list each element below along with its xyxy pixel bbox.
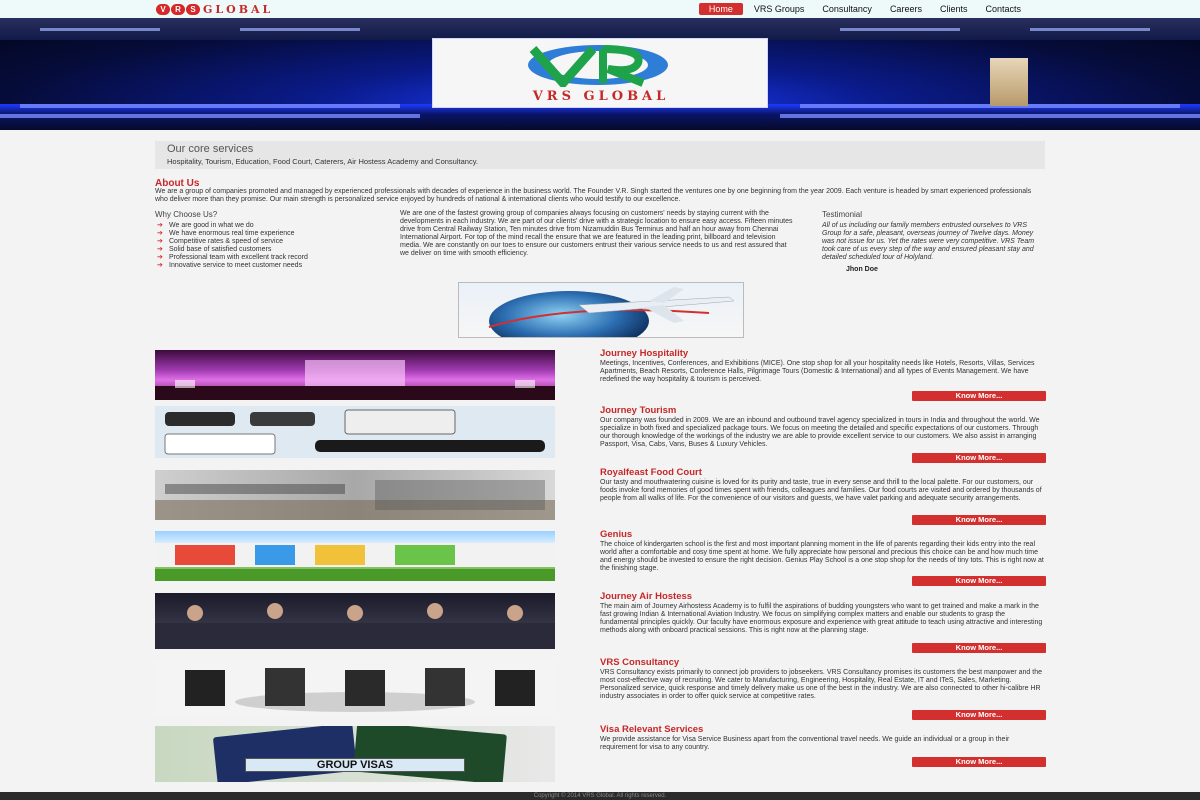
thumb-food-court xyxy=(155,470,555,520)
about-middle-text: We are one of the fastest growing group … xyxy=(400,210,793,257)
section-air-hostess: Journey Air Hostess The main aim of Jour… xyxy=(600,591,1045,635)
section-title: Journey Hospitality xyxy=(600,348,689,359)
testimonial-author: Jhon Doe xyxy=(846,266,878,273)
list-item: Innovative service to meet customer need… xyxy=(155,262,385,270)
ceiling-light xyxy=(840,28,960,31)
logo-letter-r: R xyxy=(171,3,185,15)
school-image xyxy=(155,543,555,581)
stage-image xyxy=(155,360,555,400)
thumb-air-hostess xyxy=(155,593,555,649)
section-title: Genius xyxy=(600,529,633,540)
logo-emblem: V R S xyxy=(156,3,200,15)
thumb-hospitality xyxy=(155,350,555,400)
top-navbar: V R S GLOBAL Home VRS Groups Consultancy… xyxy=(0,0,1200,18)
know-more-button-hospitality[interactable]: Know More... xyxy=(912,391,1046,401)
seat-row xyxy=(780,114,1200,118)
section-title: Journey Air Hostess xyxy=(600,591,693,602)
hero-banner: VRS GLOBAL xyxy=(0,18,1200,130)
section-title: Journey Tourism xyxy=(600,405,677,416)
why-choose-us: Why Choose Us? We are good in what we do… xyxy=(155,210,385,270)
vehicles-image xyxy=(164,409,545,455)
testimonial-title: Testimonial xyxy=(822,210,863,219)
know-more-button-visa[interactable]: Know More... xyxy=(912,757,1046,767)
hero-podium xyxy=(990,58,1028,106)
section-hospitality: Journey Hospitality Meetings, Incentives… xyxy=(600,348,1045,384)
seat-row xyxy=(0,114,420,118)
hero-brand-text: VRS GLOBAL xyxy=(532,89,670,104)
core-services-box: Our core services Hospitality, Tourism, … xyxy=(155,141,1045,169)
know-more-button-food-court[interactable]: Know More... xyxy=(912,515,1046,525)
nav-contacts[interactable]: Contacts xyxy=(976,3,1030,15)
thumb-genius xyxy=(155,531,555,581)
seat-row xyxy=(20,104,400,108)
list-item: We are good in what we do xyxy=(155,222,385,230)
why-list: We are good in what we do We have enormo… xyxy=(155,222,385,270)
section-text: Our tasty and mouthwatering cuisine is l… xyxy=(600,479,1042,502)
know-more-button-genius[interactable]: Know More... xyxy=(912,576,1046,586)
airplane-globe-icon xyxy=(488,287,735,337)
nav-vrs-groups[interactable]: VRS Groups xyxy=(745,3,814,15)
section-title: Visa Relevant Services xyxy=(600,724,704,735)
section-text: Meetings, Incentives, Conferences, and E… xyxy=(600,360,1035,383)
list-item: Professional team with excellent track r… xyxy=(155,254,385,262)
testimonial: Testimonial All of us including our fami… xyxy=(822,210,1044,273)
know-more-button-air-hostess[interactable]: Know More... xyxy=(912,643,1046,653)
logo-letter-s: S xyxy=(186,3,200,15)
section-text: We provide assistance for Visa Service B… xyxy=(600,736,1010,751)
nav-consultancy[interactable]: Consultancy xyxy=(813,3,881,15)
section-consultancy: VRS Consultancy VRS Consultancy exists p… xyxy=(600,657,1045,701)
food-court-image xyxy=(155,480,555,520)
logo-letter-v: V xyxy=(156,3,170,15)
section-tourism: Journey Tourism Our company was founded … xyxy=(600,405,1045,449)
section-text: The main aim of Journey Airhostess Acade… xyxy=(600,603,1043,634)
classroom-image xyxy=(155,603,555,649)
thumb-consultancy xyxy=(155,660,555,716)
section-genius: Genius The choice of kindergarten school… xyxy=(600,529,1045,573)
brand-mark-icon xyxy=(528,45,668,87)
know-more-button-tourism[interactable]: Know More... xyxy=(912,453,1046,463)
ceiling-light xyxy=(40,28,160,31)
ceiling-light xyxy=(240,28,360,31)
core-services-title: Our core services xyxy=(167,143,254,155)
ceiling-light xyxy=(1030,28,1150,31)
globe-plane-image xyxy=(458,282,744,338)
section-food-court: Royalfeast Food Court Our tasty and mout… xyxy=(600,467,1045,503)
nav-clients[interactable]: Clients xyxy=(931,3,977,15)
visa-banner: GROUP VISAS xyxy=(245,758,465,772)
site-logo[interactable]: V R S GLOBAL xyxy=(156,2,274,16)
hero-screen: VRS GLOBAL xyxy=(432,38,768,108)
know-more-button-consultancy[interactable]: Know More... xyxy=(912,710,1046,720)
section-title: Royalfeast Food Court xyxy=(600,467,702,478)
section-text: The choice of kindergarten school is the… xyxy=(600,541,1044,572)
section-title: VRS Consultancy xyxy=(600,657,680,668)
list-item: Competitive rates & speed of service xyxy=(155,238,385,246)
section-text: Our company was founded in 2009. We are … xyxy=(600,417,1040,448)
thumb-visa: GROUP VISAS xyxy=(155,726,555,782)
list-item: We have enormous real time experience xyxy=(155,230,385,238)
thumb-tourism xyxy=(155,406,555,458)
main-nav: Home VRS Groups Consultancy Careers Clie… xyxy=(698,3,1030,15)
nav-home[interactable]: Home xyxy=(698,3,743,15)
hero-ceiling xyxy=(0,18,1200,40)
logo-word: GLOBAL xyxy=(203,2,274,16)
section-visa: Visa Relevant Services We provide assist… xyxy=(600,724,1045,752)
about-text: We are a group of companies promoted and… xyxy=(155,188,1032,203)
nav-careers[interactable]: Careers xyxy=(881,3,931,15)
core-services-text: Hospitality, Tourism, Education, Food Co… xyxy=(167,157,478,166)
why-title: Why Choose Us? xyxy=(155,210,218,219)
list-item: Solid base of satisfied customers xyxy=(155,246,385,254)
meeting-image xyxy=(185,668,535,712)
passports-image xyxy=(213,726,507,782)
section-text: VRS Consultancy exists primarily to conn… xyxy=(600,669,1042,700)
testimonial-quote: All of us including our family members e… xyxy=(822,222,1035,261)
footer-copyright: Copyright © 2014 VRS Global. All rights … xyxy=(0,792,1200,800)
